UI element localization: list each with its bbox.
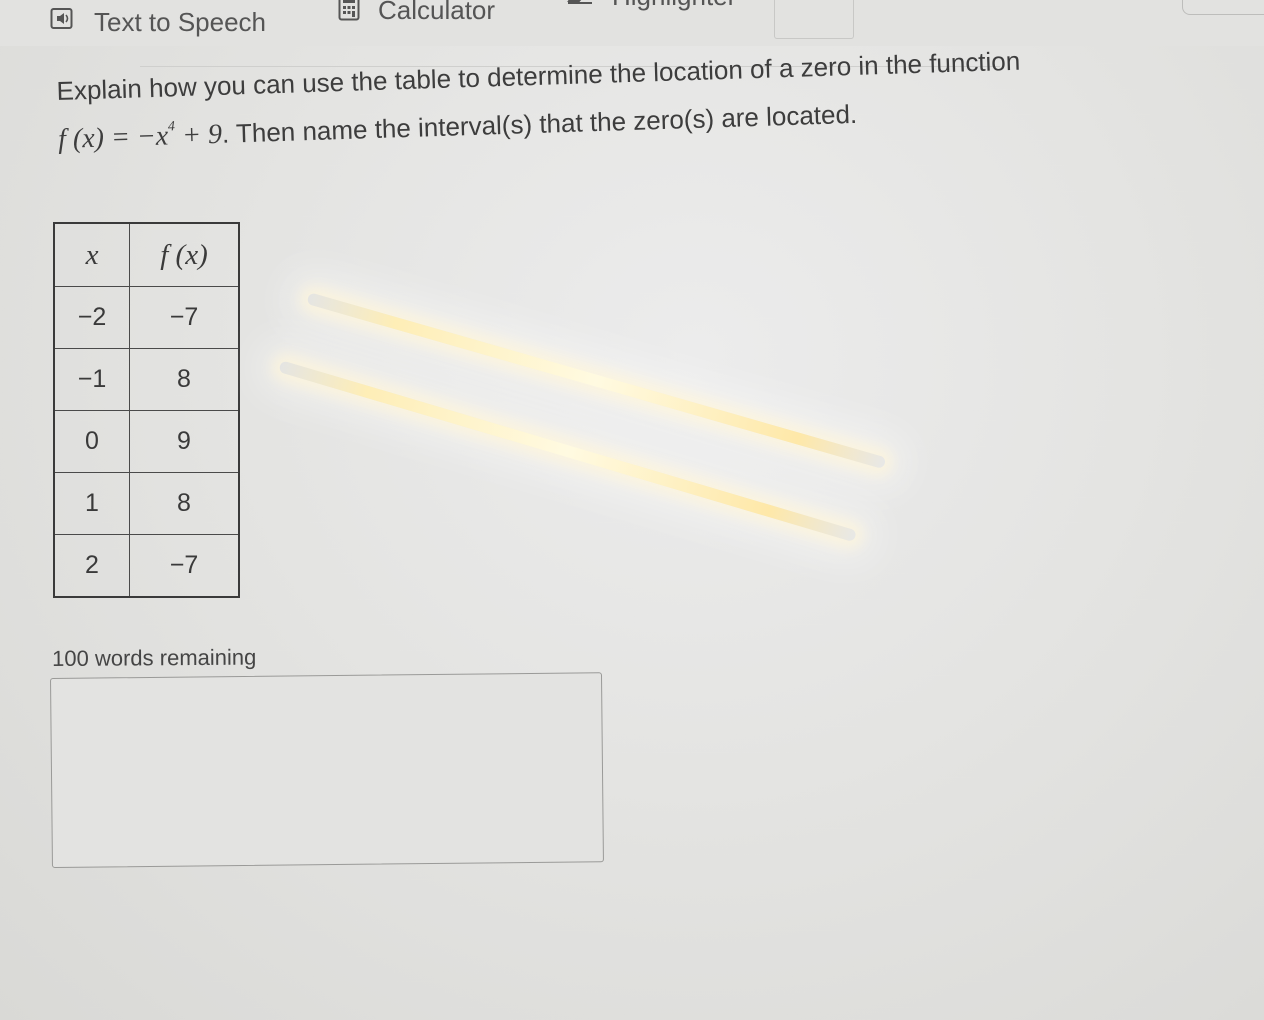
highlighter-button[interactable]: Highlighter — [566, 0, 736, 16]
function-lhs: f (x) = −x — [57, 120, 169, 155]
table-row: 2 −7 — [53, 534, 240, 598]
header-x: x — [53, 222, 130, 287]
question-prompt: Explain how you can use the table to det… — [56, 37, 1158, 159]
table-row: −2 −7 — [53, 286, 240, 349]
highlighter-label: Highlighter — [612, 0, 736, 12]
table-header-row: x f (x) — [53, 222, 240, 287]
cell-fx: 8 — [129, 348, 240, 411]
answer-textbox[interactable] — [50, 672, 604, 868]
speaker-icon — [50, 7, 76, 38]
calculator-button[interactable]: Calculator — [338, 0, 495, 30]
function-rhs: + 9 — [174, 118, 223, 152]
cell-fx: −7 — [129, 534, 240, 598]
cell-x: −2 — [53, 286, 130, 349]
toolbar-slot[interactable] — [774, 0, 854, 39]
cell-x: 1 — [53, 472, 130, 535]
cell-x: 2 — [53, 534, 130, 598]
table-row: 0 9 — [53, 410, 240, 473]
text-to-speech-button[interactable]: Text to Speech — [50, 2, 266, 42]
words-remaining-counter: 100 words remaining — [52, 644, 257, 671]
cell-fx: 8 — [129, 472, 240, 535]
cell-x: −1 — [53, 348, 130, 411]
calculator-label: Calculator — [378, 0, 496, 25]
values-table: x f (x) −2 −7 −1 8 0 9 1 8 2 −7 — [53, 222, 240, 598]
function-expression: f (x) = −x4 + 9 — [58, 119, 223, 155]
screen-glare — [278, 360, 857, 543]
cell-x: 0 — [53, 410, 130, 473]
cell-fx: 9 — [129, 410, 240, 473]
question-line-2-text: . Then name the interval(s) that the zer… — [221, 98, 858, 149]
header-fx: f (x) — [129, 222, 240, 287]
calculator-icon — [338, 0, 360, 28]
table-row: −1 8 — [53, 348, 240, 411]
highlighter-icon — [566, 0, 594, 12]
toolbar-right-control[interactable] — [1182, 0, 1264, 15]
table-row: 1 8 — [53, 472, 240, 535]
screen-glare — [306, 292, 887, 470]
cell-fx: −7 — [129, 286, 240, 349]
text-to-speech-label: Text to Speech — [94, 6, 266, 37]
